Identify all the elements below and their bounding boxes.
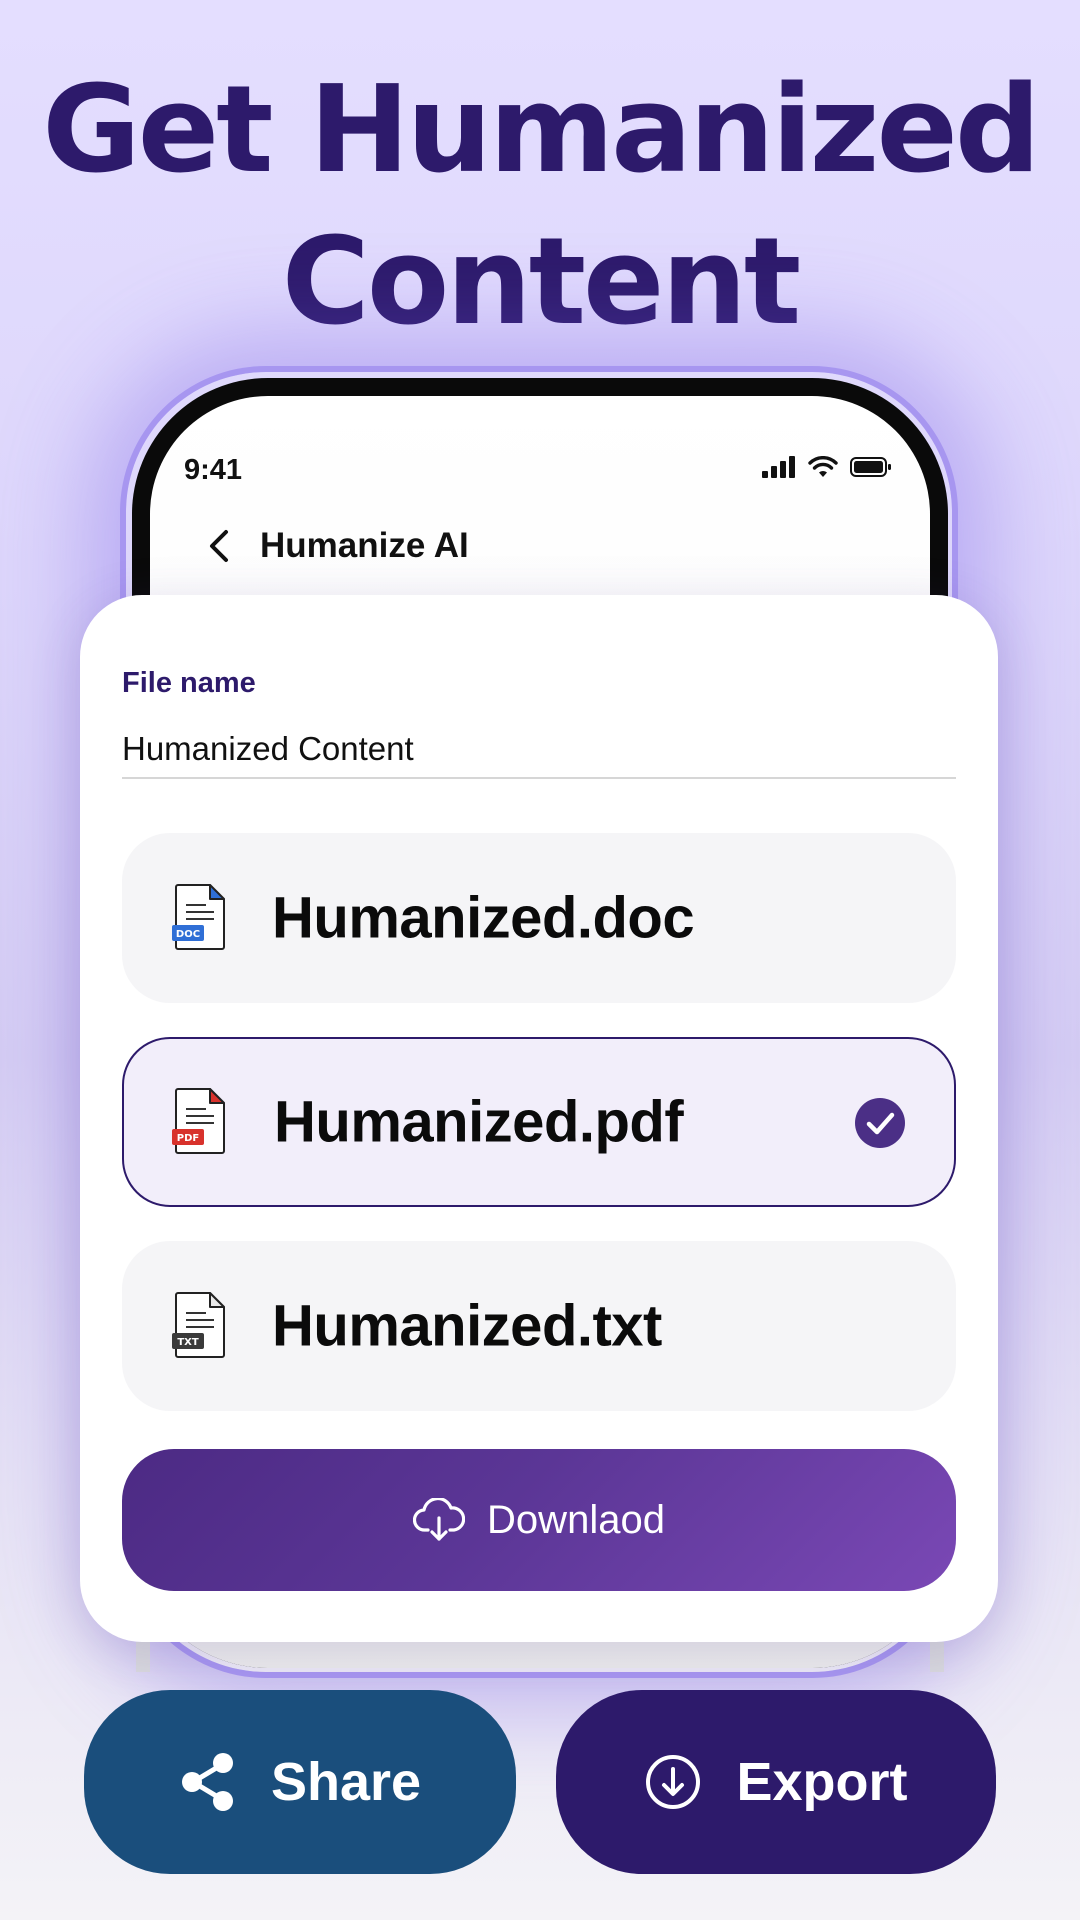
option-doc[interactable]: DOC Humanized.doc [122, 833, 956, 1003]
cloud-download-icon [413, 1498, 466, 1541]
share-button[interactable]: Share [84, 1690, 516, 1874]
file-name-input[interactable] [122, 721, 956, 779]
nav-title: Humanize AI [260, 526, 469, 565]
download-circle-icon [646, 1755, 701, 1809]
status-time: 9:41 [184, 454, 243, 486]
option-pdf-label: Humanized.pdf [274, 1089, 684, 1155]
txt-badge-text: TXT [177, 1337, 199, 1348]
share-icon [181, 1753, 233, 1811]
share-button-label: Share [270, 1752, 422, 1812]
download-button[interactable]: Downlaod [122, 1449, 956, 1591]
download-button-label: Downlaod [487, 1497, 665, 1542]
status-icons [762, 456, 892, 478]
headline-line-1: Get Humanized [42, 61, 1041, 200]
phone-edge-left [136, 1642, 150, 1672]
check-circle-icon [855, 1098, 905, 1148]
headline: Get Humanized Content [0, 55, 1080, 359]
export-button-label: Export [736, 1752, 908, 1812]
file-name-label: File name [122, 667, 256, 699]
option-pdf[interactable]: PDF Humanized.pdf [122, 1037, 956, 1207]
headline-line-2: Content [281, 213, 801, 352]
option-txt[interactable]: TXT Humanized.txt [122, 1241, 956, 1411]
wifi-icon [808, 456, 838, 477]
doc-file-icon: DOC [172, 884, 225, 950]
phone-edge-right [930, 1642, 944, 1672]
option-doc-label: Humanized.doc [272, 885, 695, 951]
export-button[interactable]: Export [556, 1690, 996, 1874]
export-sheet: File name DOC Humanized.doc PDF Humanize… [80, 595, 998, 1642]
pdf-file-icon: PDF [172, 1088, 225, 1154]
battery-icon [850, 457, 891, 477]
pdf-badge-text: PDF [177, 1133, 199, 1144]
doc-badge-text: DOC [176, 929, 200, 940]
chevron-left-icon[interactable] [202, 526, 238, 566]
txt-file-icon: TXT [172, 1292, 225, 1358]
signal-icon [762, 456, 795, 478]
option-txt-label: Humanized.txt [272, 1293, 662, 1359]
